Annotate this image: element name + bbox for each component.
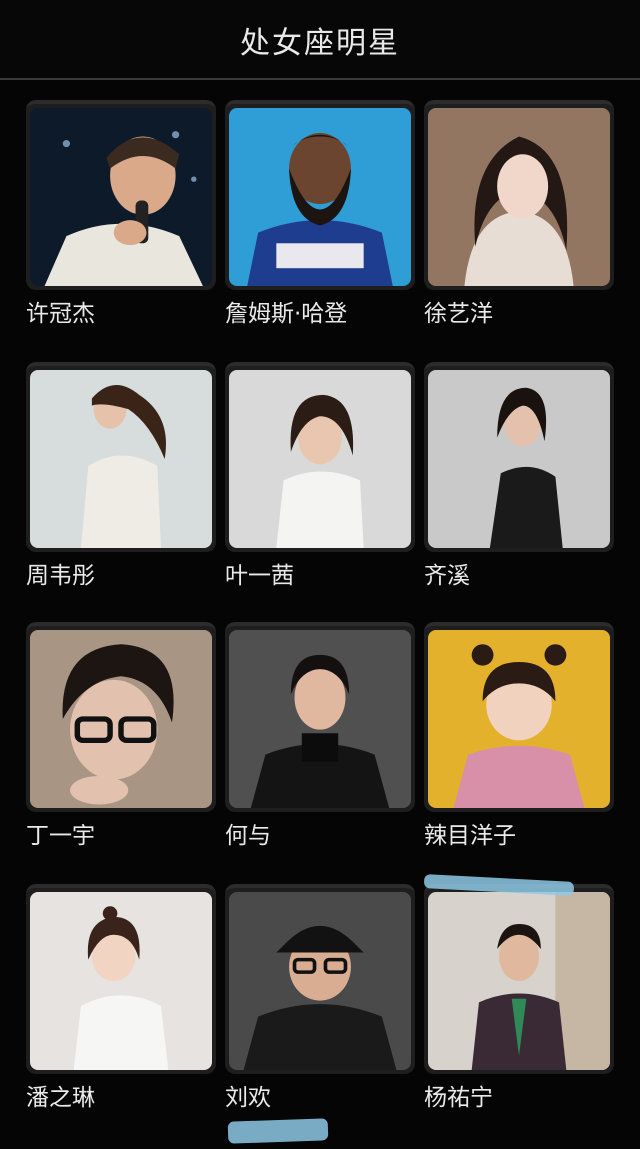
celebrity-name: 詹姆斯·哈登 <box>225 301 348 327</box>
celebrity-grid: 许冠杰 詹姆斯·哈登 徐艺洋 周韦彤 叶一茜 齐溪 丁一宇 何与 辣目洋子 潘之… <box>0 80 640 1149</box>
celebrity-photo[interactable] <box>424 884 614 1074</box>
celebrity-name: 齐溪 <box>424 563 470 589</box>
celebrity-name: 刘欢 <box>225 1085 271 1111</box>
celebrity-photo[interactable] <box>26 100 216 290</box>
celebrity-photo[interactable] <box>424 362 614 552</box>
celebrity-name: 何与 <box>225 823 271 849</box>
celebrity-name: 辣目洋子 <box>424 823 516 849</box>
celebrity-photo[interactable] <box>225 622 415 812</box>
celebrity-name: 周韦彤 <box>26 563 95 589</box>
screen-artifact-streak <box>227 1118 329 1144</box>
celebrity-photo[interactable] <box>26 884 216 1074</box>
celebrity-photo[interactable] <box>225 362 415 552</box>
celebrity-name: 丁一宇 <box>26 823 95 849</box>
celebrity-photo[interactable] <box>225 100 415 290</box>
top-bar: 处女座明星 <box>0 0 640 80</box>
celebrity-name: 潘之琳 <box>26 1085 95 1111</box>
celebrity-photo[interactable] <box>225 884 415 1074</box>
celebrity-name: 徐艺洋 <box>424 301 493 327</box>
celebrity-name: 许冠杰 <box>26 301 95 327</box>
celebrity-photo[interactable] <box>424 622 614 812</box>
celebrity-photo[interactable] <box>424 100 614 290</box>
celebrity-photo[interactable] <box>26 362 216 552</box>
page-title: 处女座明星 <box>240 26 400 61</box>
celebrity-photo[interactable] <box>26 622 216 812</box>
celebrity-name: 杨祐宁 <box>424 1085 493 1111</box>
celebrity-name: 叶一茜 <box>225 563 294 589</box>
